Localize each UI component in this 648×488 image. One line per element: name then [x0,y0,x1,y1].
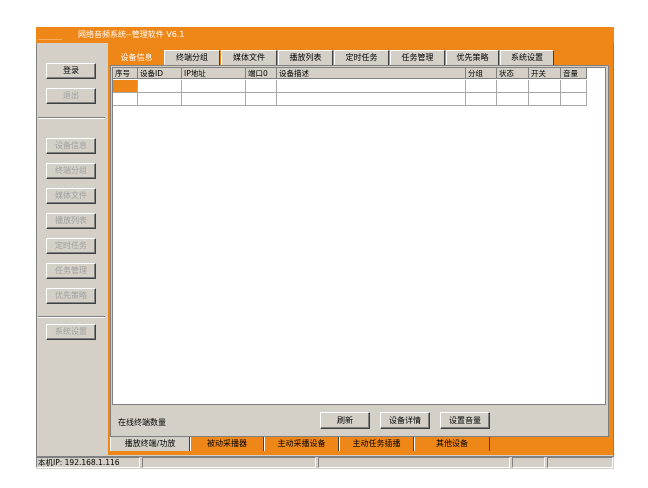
table-cell[interactable] [277,93,466,106]
tab-terminal-group[interactable]: 终端分组 [164,50,220,65]
logout-button[interactable]: 退出 [46,88,96,104]
tab-priority-policy[interactable]: 优先策略 [446,50,499,65]
table-cell[interactable] [529,80,561,93]
table-cell[interactable] [113,93,138,106]
table-cell[interactable] [529,93,561,106]
refresh-button[interactable]: 刷新 [320,412,370,429]
table-cell[interactable] [466,80,497,93]
nav-scheduled-task-button[interactable]: 定时任务 [46,238,96,254]
table-cell[interactable] [182,80,246,93]
table-cell[interactable] [561,93,587,106]
table-cell[interactable] [182,93,246,106]
table-cell[interactable] [466,93,497,106]
nav-priority-policy-button[interactable]: 优先策略 [46,288,96,304]
nav-divider [38,117,105,119]
nav-terminal-group-button[interactable]: 终端分组 [46,163,96,179]
column-header-description[interactable]: 设备描述 [277,68,466,79]
window-title: 网络音频系统--管理软件 V6.1 [78,30,185,39]
device-table[interactable] [112,67,606,405]
tab-device-info[interactable]: 设备信息 [110,50,163,65]
login-button[interactable]: 登录 [46,63,96,79]
nav-task-manage-button[interactable]: 任务管理 [46,263,96,279]
column-header-status[interactable]: 状态 [497,68,529,79]
column-header-device-id[interactable]: 设备ID [138,68,182,79]
status-panel [142,457,316,468]
column-header-port[interactable]: 端口0 [246,68,277,79]
tab-media-files[interactable]: 媒体文件 [221,50,277,65]
table-cell[interactable] [497,93,529,106]
column-header-index[interactable]: 序号 [113,68,138,79]
device-detail-button[interactable]: 设备详情 [380,412,430,429]
nav-system-settings-button[interactable]: 系统设置 [46,324,96,340]
set-volume-button[interactable]: 设置音量 [440,412,490,429]
status-panel [318,457,510,468]
nav-media-files-button[interactable]: 媒体文件 [46,188,96,204]
column-header-volume[interactable]: 音量 [561,68,587,79]
nav-divider [38,316,105,318]
tab-system-settings[interactable]: 系统设置 [500,50,554,65]
bottom-tab-passive-collector[interactable]: 被动采播器 [190,437,264,451]
column-header-switch[interactable]: 开关 [529,68,561,79]
local-ip-status: 本机IP: 192.168.1.116 [36,457,140,468]
table-cell[interactable] [277,80,466,93]
table-cell[interactable] [138,80,182,93]
table-cell[interactable] [497,80,529,93]
status-panel [547,457,613,468]
column-header-group[interactable]: 分组 [466,68,497,79]
nav-playlist-button[interactable]: 播放列表 [46,213,96,229]
table-cell[interactable] [246,93,277,106]
tab-task-manage[interactable]: 任务管理 [390,50,445,65]
tab-playlist[interactable]: 播放列表 [278,50,333,65]
tab-scheduled-task[interactable]: 定时任务 [334,50,389,65]
online-terminal-count-label: 在线终端数量 [118,418,166,427]
bottom-tab-other-devices[interactable]: 其他设备 [414,437,490,451]
table-cell[interactable] [113,80,138,93]
bottom-tab-active-collector[interactable]: 主动采播设备 [264,437,339,451]
app-menu-icon[interactable] [38,30,62,40]
nav-device-info-button[interactable]: 设备信息 [46,138,96,154]
table-cell[interactable] [138,93,182,106]
bottom-tab-terminal-amplifier[interactable]: 播放终端/功放 [110,437,190,451]
table-cell[interactable] [561,80,587,93]
column-header-ip[interactable]: IP地址 [182,68,246,79]
status-panel [512,457,545,468]
bottom-tab-active-task-insert[interactable]: 主动任务插播 [339,437,414,451]
table-cell[interactable] [246,80,277,93]
